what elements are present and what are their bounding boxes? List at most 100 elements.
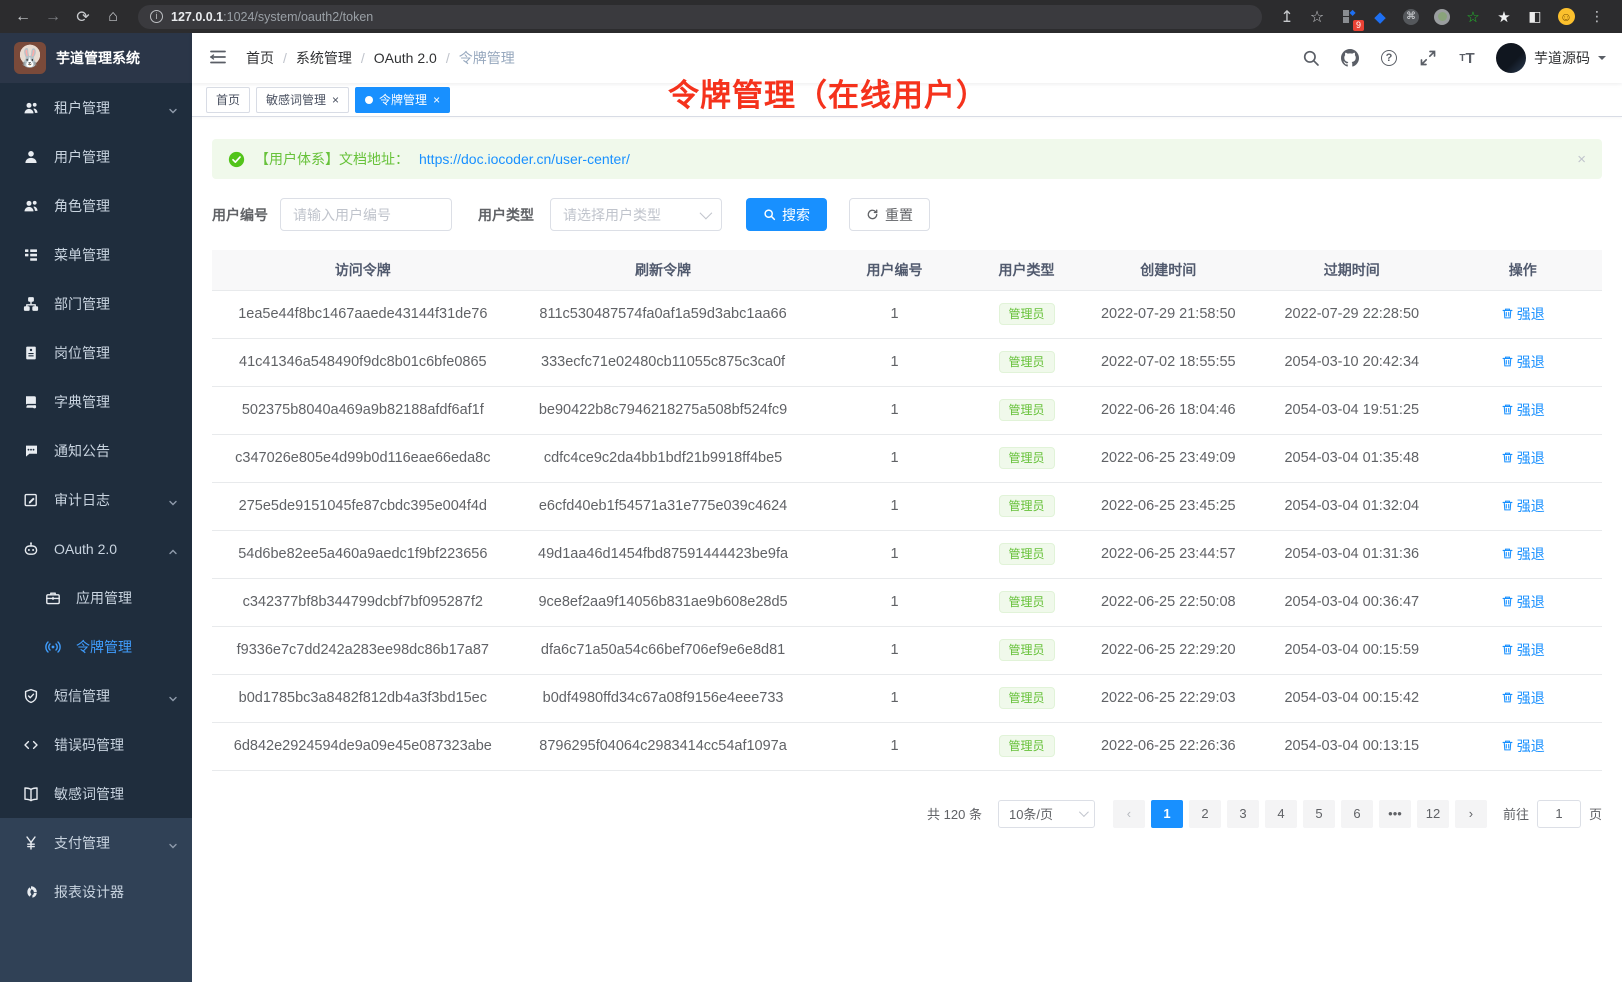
- goto-page-input[interactable]: [1537, 800, 1581, 828]
- sidebar-item-report-designer[interactable]: 报表设计器: [0, 867, 192, 916]
- sidebar-item-error-code[interactable]: 错误码管理: [0, 720, 192, 769]
- force-logout-button[interactable]: 强退: [1501, 352, 1545, 372]
- close-icon[interactable]: ×: [433, 93, 440, 107]
- refresh-token-cell: 8796295f04064c2983414cc54af1097a: [514, 722, 813, 770]
- sidebar-item-sensitive-word[interactable]: 敏感词管理: [0, 769, 192, 818]
- user-type-badge: 管理员: [999, 543, 1055, 565]
- force-logout-button[interactable]: 强退: [1501, 736, 1545, 756]
- sidebar-item-post[interactable]: 岗位管理: [0, 328, 192, 377]
- sidebar-item-oauth2-token[interactable]: 令牌管理: [0, 622, 192, 671]
- breadcrumb-item[interactable]: OAuth 2.0: [374, 50, 437, 66]
- user-type-select[interactable]: 请选择用户类型: [550, 198, 722, 231]
- back-icon[interactable]: ←: [10, 4, 36, 30]
- created-time-cell: 2022-07-02 18:55:55: [1077, 338, 1260, 386]
- reset-button[interactable]: 重置: [849, 198, 930, 231]
- bookmark-star-icon[interactable]: ☆: [1304, 4, 1330, 30]
- user-avatar: [1496, 43, 1526, 73]
- sidebar-item-role[interactable]: 角色管理: [0, 181, 192, 230]
- doc-link[interactable]: https://doc.iocoder.cn/user-center/: [419, 151, 630, 167]
- trash-icon: [1501, 691, 1514, 704]
- breadcrumb-item[interactable]: 系统管理: [296, 48, 352, 68]
- close-icon[interactable]: ×: [332, 93, 339, 107]
- page-button-2[interactable]: 2: [1189, 800, 1221, 828]
- sidebar-item-menu[interactable]: 菜单管理: [0, 230, 192, 279]
- user-type-label: 用户类型: [478, 205, 534, 225]
- page-button-6[interactable]: 6: [1341, 800, 1373, 828]
- expire-time-cell: 2054-03-04 00:13:15: [1260, 722, 1443, 770]
- browser-menu-icon[interactable]: ⋮: [1588, 8, 1606, 26]
- browser-toolbar: ← → ⟳ ⌂ i 127.0.0.1:1024/system/oauth2/t…: [0, 0, 1622, 33]
- sidebar-item-sms[interactable]: 短信管理: [0, 671, 192, 720]
- emoji-avatar-icon[interactable]: ☺: [1557, 8, 1575, 26]
- tab-令牌管理[interactable]: 令牌管理×: [355, 87, 450, 113]
- prev-page-button[interactable]: ‹: [1113, 800, 1145, 828]
- github-icon[interactable]: [1340, 48, 1360, 68]
- sidebar-item-audit-log[interactable]: 审计日志: [0, 475, 192, 524]
- user-icon: [22, 148, 40, 166]
- page-button-3[interactable]: 3: [1227, 800, 1259, 828]
- sidebar-item-label: 字典管理: [54, 392, 178, 412]
- search-icon[interactable]: [1301, 48, 1321, 68]
- next-page-button[interactable]: ›: [1455, 800, 1487, 828]
- sidebar-submenu-group: 租户管理用户管理角色管理菜单管理部门管理岗位管理字典管理通知公告审计日志 OAut…: [0, 83, 192, 818]
- force-logout-button[interactable]: 强退: [1501, 496, 1545, 516]
- gem-extension-icon[interactable]: ◆: [1371, 8, 1389, 26]
- sidebar-item-label: 通知公告: [54, 441, 178, 461]
- access-token-cell: c347026e805e4d99b0d116eae66eda8c: [212, 434, 514, 482]
- home-icon[interactable]: ⌂: [100, 4, 126, 30]
- sidebar-toggle-icon[interactable]: [208, 47, 230, 69]
- force-logout-button[interactable]: 强退: [1501, 400, 1545, 420]
- access-token-cell: 275e5de9151045fe87cbdc395e004f4d: [212, 482, 514, 530]
- force-logout-button[interactable]: 强退: [1501, 448, 1545, 468]
- force-logout-button[interactable]: 强退: [1501, 544, 1545, 564]
- force-logout-button[interactable]: 强退: [1501, 592, 1545, 612]
- page-button-4[interactable]: 4: [1265, 800, 1297, 828]
- split-square-extension-icon[interactable]: ◧: [1526, 8, 1544, 26]
- alert-close-icon[interactable]: ×: [1577, 151, 1586, 168]
- sidebar-item-user[interactable]: 用户管理: [0, 132, 192, 181]
- record-extension-icon[interactable]: [1433, 8, 1451, 26]
- force-logout-button[interactable]: 强退: [1501, 304, 1545, 324]
- action-cell: 强退: [1444, 338, 1603, 386]
- forward-icon[interactable]: →: [40, 4, 66, 30]
- page-button-5[interactable]: 5: [1303, 800, 1335, 828]
- breadcrumb-item[interactable]: 首页: [246, 48, 274, 68]
- sidebar-item-label: OAuth 2.0: [54, 541, 168, 557]
- sidebar-item-pay[interactable]: 支付管理: [0, 818, 192, 867]
- force-logout-button[interactable]: 强退: [1501, 688, 1545, 708]
- app-logo-bar[interactable]: 🐰 芋道管理系统: [0, 33, 192, 83]
- sidebar-item-dict[interactable]: 字典管理: [0, 377, 192, 426]
- book-icon: [22, 785, 40, 803]
- star-green-extension-icon[interactable]: ☆: [1464, 8, 1482, 26]
- sidebar-item-oauth2[interactable]: OAuth 2.0: [0, 524, 192, 573]
- search-button[interactable]: 搜索: [746, 198, 827, 231]
- sidebar-item-tenant[interactable]: 租户管理: [0, 83, 192, 132]
- command-extension-icon[interactable]: ⌘: [1402, 8, 1420, 26]
- sidebar-item-dept[interactable]: 部门管理: [0, 279, 192, 328]
- force-logout-button[interactable]: 强退: [1501, 640, 1545, 660]
- tab-敏感词管理[interactable]: 敏感词管理×: [256, 87, 349, 113]
- font-size-icon[interactable]: TT: [1457, 48, 1477, 68]
- extension-grid-icon[interactable]: ◆ 9: [1340, 8, 1358, 26]
- user-id-input[interactable]: [280, 198, 452, 231]
- address-bar[interactable]: i 127.0.0.1:1024/system/oauth2/token: [138, 5, 1262, 29]
- page-button-12[interactable]: 12: [1417, 800, 1449, 828]
- more-pages-button[interactable]: •••: [1379, 800, 1411, 828]
- created-time-cell: 2022-06-25 22:29:20: [1077, 626, 1260, 674]
- app-logo: 🐰: [14, 42, 46, 74]
- sidebar-item-notice[interactable]: 通知公告: [0, 426, 192, 475]
- tab-首页[interactable]: 首页: [206, 87, 250, 113]
- sidebar-item-oauth2-app[interactable]: 应用管理: [0, 573, 192, 622]
- trash-icon: [1501, 451, 1514, 464]
- fullscreen-icon[interactable]: [1418, 48, 1438, 68]
- page-size-select[interactable]: 10条/页: [998, 800, 1095, 828]
- share-icon[interactable]: ↥: [1274, 4, 1300, 30]
- reload-icon[interactable]: ⟳: [70, 4, 96, 30]
- star-white-extension-icon[interactable]: ★: [1495, 8, 1513, 26]
- site-info-icon[interactable]: i: [150, 10, 163, 23]
- user-type-cell: 管理员: [976, 674, 1076, 722]
- broadcast-icon: [44, 638, 62, 656]
- user-menu[interactable]: 芋道源码: [1496, 43, 1606, 73]
- page-button-1[interactable]: 1: [1151, 800, 1183, 828]
- help-icon[interactable]: ?: [1379, 48, 1399, 68]
